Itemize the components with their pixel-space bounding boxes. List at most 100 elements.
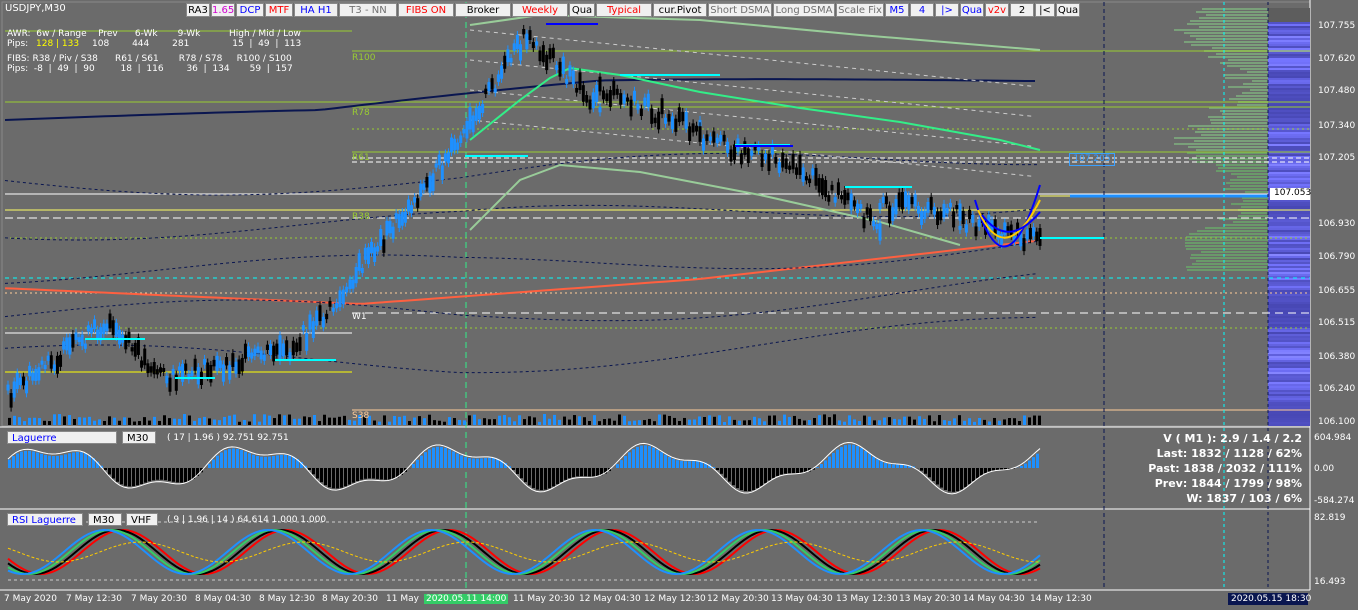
toolbar-button-13[interactable]: Long DSMA: [773, 3, 835, 17]
laguerre-bar: [720, 468, 723, 474]
laguerre-bar: [252, 454, 255, 468]
fibs-pips: Pips: -8 | 49 | 90 18 | 116 36 | 134 59 …: [7, 64, 293, 74]
volume-bar: [678, 420, 681, 425]
candle: [830, 184, 834, 191]
volume-band: [1268, 354, 1310, 356]
toolbar-button-2[interactable]: DCP: [236, 3, 264, 17]
laguerre-bar: [380, 468, 383, 480]
rsi-name[interactable]: RSI Laguerre: [7, 513, 83, 526]
laguerre-bar: [292, 456, 295, 468]
volume-bar: [958, 415, 961, 425]
laguerre-bar: [176, 468, 179, 483]
toolbar-button-15[interactable]: M5: [885, 3, 909, 17]
rsi-vhf[interactable]: VHF: [126, 513, 158, 526]
volume-profile-bar: [1191, 254, 1268, 256]
toolbar-button-19[interactable]: v2v: [985, 3, 1009, 17]
laguerre-bar: [32, 451, 35, 468]
laguerre-name[interactable]: Laguerre: [7, 431, 117, 444]
laguerre-bar: [920, 468, 923, 471]
laguerre-bar: [640, 445, 643, 468]
time-tick-label: 8 May 12:30: [259, 594, 315, 604]
toolbar-button-7[interactable]: Broker: [455, 3, 511, 17]
candle: [746, 148, 750, 164]
candle: [767, 153, 771, 171]
laguerre-bar: [768, 468, 771, 481]
volume-profile-bar: [1196, 11, 1268, 13]
candle: [209, 364, 213, 383]
candle: [272, 345, 276, 362]
toolbar-button-20[interactable]: 2: [1010, 3, 1034, 17]
toolbar-button-4[interactable]: HA H1: [294, 3, 338, 17]
toolbar-button-12[interactable]: Short DSMA: [708, 3, 772, 17]
laguerre-bar: [972, 468, 975, 482]
toolbar-button-8[interactable]: Weekly: [512, 3, 568, 17]
laguerre-bar: [736, 468, 739, 489]
toolbar-button-16[interactable]: 4: [910, 3, 934, 17]
laguerre-bar: [848, 444, 851, 468]
candle: [791, 154, 795, 170]
volume-bar: [963, 420, 966, 425]
volume-profile-bar: [1199, 17, 1268, 19]
candle: [318, 305, 322, 322]
volume-band: [1268, 86, 1310, 88]
volume-band: [1268, 404, 1310, 406]
volume-bar: [853, 419, 856, 425]
volume-bar: [523, 419, 526, 425]
toolbar-button-9[interactable]: Qua: [569, 3, 595, 17]
volume-bar: [58, 414, 61, 425]
ma-red: [4, 239, 1036, 305]
volume-bar: [163, 415, 166, 425]
laguerre-bar: [128, 468, 131, 487]
volume-bar: [113, 417, 116, 425]
toolbar-button-14[interactable]: Scale Fix: [836, 3, 884, 17]
laguerre-bar: [992, 468, 995, 471]
toolbar-button-3[interactable]: MTF: [265, 3, 293, 17]
toolbar-button-10[interactable]: Typical: [596, 3, 652, 17]
candle: [971, 215, 975, 223]
volume-profile-bar: [1224, 74, 1268, 76]
pips-label: Pips:: [7, 39, 29, 49]
volume-band: [1268, 320, 1310, 322]
toolbar-button-11[interactable]: cur.Pivot: [653, 3, 707, 17]
toolbar-button-22[interactable]: Qua: [1056, 3, 1080, 17]
toolbar-button-1[interactable]: 1.65: [211, 3, 235, 17]
volume-bar: [718, 415, 721, 425]
volume-bar: [453, 418, 456, 425]
candle: [808, 178, 812, 184]
candle: [653, 117, 657, 124]
volume-band: [1268, 296, 1310, 298]
candle: [888, 205, 892, 224]
candle: [639, 108, 643, 117]
volume-band: [1268, 130, 1310, 132]
rsi-tf[interactable]: M30: [88, 513, 122, 526]
candle: [843, 189, 847, 205]
candle: [598, 76, 602, 92]
laguerre-bar: [348, 468, 351, 485]
laguerre-bar: [376, 468, 379, 479]
toolbar-button-21[interactable]: |<: [1035, 3, 1055, 17]
volume-band: [1268, 386, 1310, 388]
toolbar-button-6[interactable]: FIBS ON: [398, 3, 454, 17]
toolbar-button-5[interactable]: T3 - NN: [339, 3, 397, 17]
volume-band: [1268, 148, 1310, 150]
volume-bar: [278, 414, 281, 425]
candle: [923, 210, 927, 219]
laguerre-tf[interactable]: M30: [122, 431, 156, 444]
volume-bar: [478, 419, 481, 425]
rsi-axis-top: 82.819: [1314, 513, 1346, 523]
candle: [52, 364, 56, 371]
laguerre-bar: [632, 449, 635, 468]
candle: [25, 380, 29, 394]
toolbar-button-18[interactable]: Qua: [960, 3, 984, 17]
candle: [760, 153, 764, 167]
volume-profile-bar: [1196, 149, 1268, 151]
toolbar-button-17[interactable]: |>: [935, 3, 959, 17]
fib-label-r100: R100: [352, 53, 376, 63]
candle: [400, 212, 404, 226]
candle: [62, 341, 66, 350]
laguerre-bar: [752, 468, 755, 491]
toolbar-button-0[interactable]: RA3: [186, 3, 210, 17]
laguerre-bar: [536, 468, 539, 490]
laguerre-bar: [560, 468, 563, 482]
volume-band: [1268, 326, 1310, 328]
